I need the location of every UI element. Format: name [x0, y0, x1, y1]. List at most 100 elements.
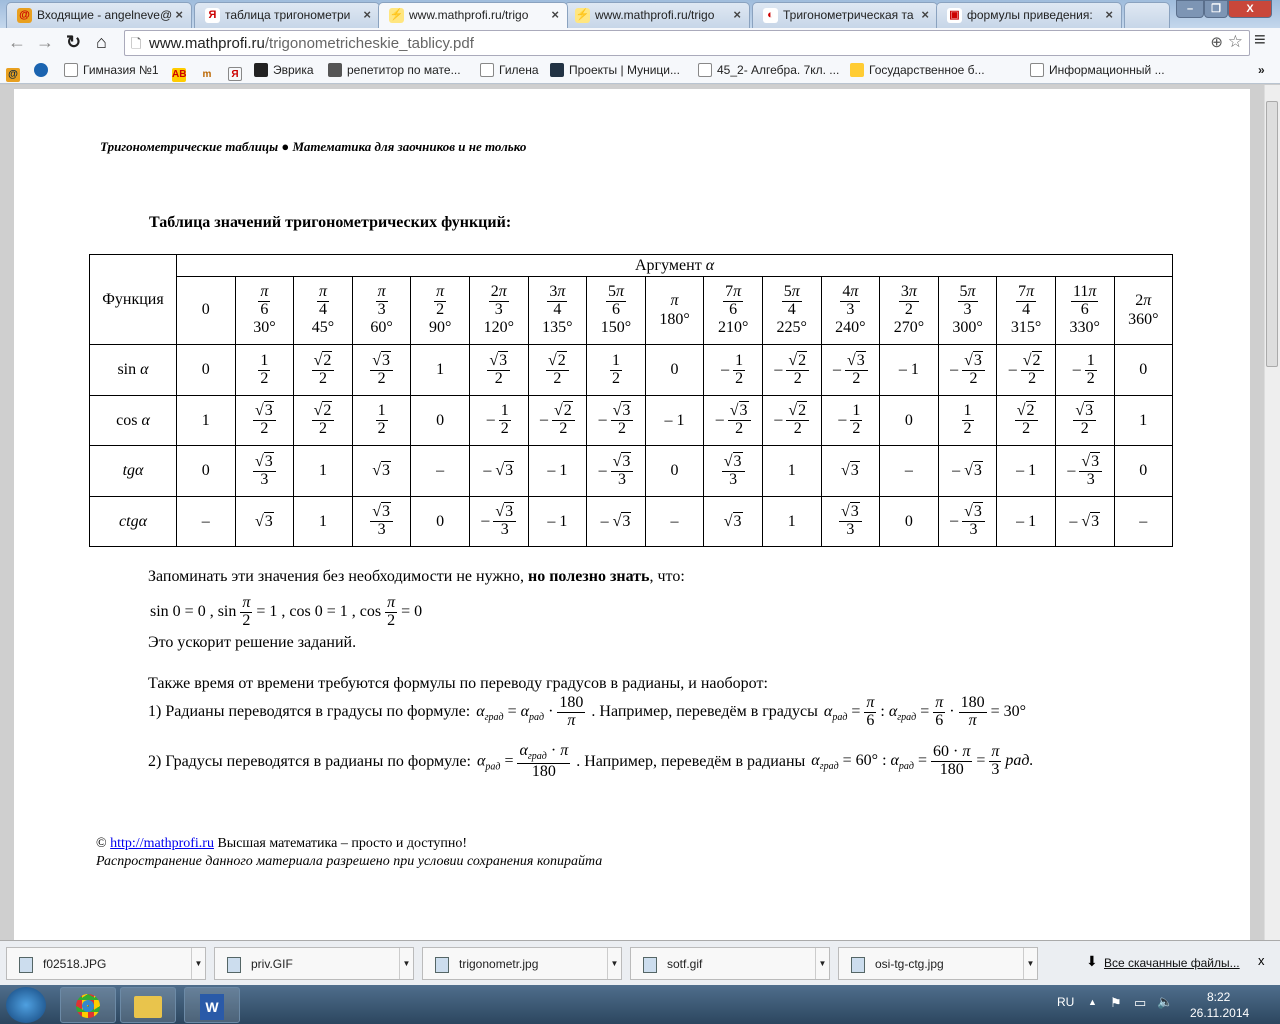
minimize-button[interactable]: – — [1176, 0, 1204, 18]
download-menu-arrow[interactable]: ▼ — [607, 948, 621, 979]
tab[interactable]: @ Входящие - angelneve@ × — [6, 2, 192, 28]
trig-table: Функция Аргумент α 0 π 6 30° π 4 45° π 3 60° π 2 90° 2π… — [89, 254, 1174, 547]
download-menu-arrow[interactable]: ▼ — [1023, 948, 1037, 979]
reload-button[interactable]: ↻ — [66, 32, 81, 53]
value-cell: – √3 — [586, 496, 646, 547]
volume-icon[interactable]: 🔈 — [1157, 994, 1173, 1010]
value-cell: – — [879, 445, 939, 497]
tray-expand-icon[interactable]: ▲ — [1088, 997, 1097, 1007]
back-button[interactable]: ← — [8, 32, 26, 53]
download-item[interactable]: osi-tg-ctg.jpg ▼ — [838, 947, 1038, 980]
close-tab-icon[interactable]: × — [175, 7, 183, 22]
sqrt: √3 — [495, 461, 515, 479]
close-tab-icon[interactable]: × — [551, 7, 559, 22]
forward-button[interactable]: → — [36, 32, 54, 53]
new-tab-button[interactable] — [1124, 2, 1170, 28]
yandex-icon: Я — [205, 8, 220, 23]
value-cell: – √2 2 — [996, 344, 1056, 396]
bookmark-m-icon[interactable]: m — [200, 63, 219, 82]
bookmark-mail-icon[interactable]: @ — [6, 63, 25, 82]
close-tab-icon[interactable]: × — [363, 7, 371, 22]
argument-cell: π 4 45° — [293, 276, 353, 345]
value-cell: 12 — [234, 344, 295, 396]
flag-icon[interactable]: ⚑ — [1110, 995, 1122, 1011]
argument-cell: 3π 2 270° — [879, 276, 939, 345]
taskbar-word[interactable]: W — [184, 987, 240, 1023]
fraction: 12 — [375, 402, 388, 437]
bookmark-item[interactable]: Гилена — [480, 63, 539, 77]
also-text: Также время от времени требуются формулы… — [148, 675, 768, 692]
value-cell: √3 2 — [351, 344, 412, 396]
value-cell: √3 3 — [351, 496, 412, 547]
sqrt: √2 — [1022, 350, 1042, 369]
tab[interactable]: ⚡ www.mathprofi.ru/trigo × — [378, 2, 568, 28]
download-item[interactable]: sotf.gif ▼ — [630, 947, 830, 980]
doc-title: Таблица значений тригонометрических функ… — [149, 214, 512, 231]
value-cell: – — [410, 445, 470, 497]
bookmark-item[interactable]: Государственное б... — [850, 63, 985, 77]
argument-cell: π 180° — [644, 276, 705, 345]
address-bar[interactable]: 🗋 www.mathprofi.ru/trigonometricheskie_t… — [124, 30, 1250, 56]
file-icon — [227, 957, 241, 973]
download-item[interactable]: f02518.JPG ▼ — [6, 947, 206, 980]
network-icon[interactable]: ▭ — [1134, 995, 1146, 1011]
fraction: √3 2 — [487, 350, 511, 388]
close-window-button[interactable]: X — [1228, 0, 1272, 18]
tab[interactable]: ◐ Тригонометрическая та × — [752, 2, 938, 28]
fraction: π2 — [434, 283, 447, 318]
zoom-icon[interactable]: ⊕ — [1210, 33, 1223, 51]
clock-date[interactable]: 26.11.2014 — [1190, 1006, 1249, 1020]
fraction: √3 3 — [721, 451, 745, 489]
bookmarks-more[interactable]: » — [1258, 63, 1265, 77]
download-item[interactable]: priv.GIF ▼ — [214, 947, 414, 980]
value-cell: 12 — [586, 344, 646, 396]
close-tab-icon[interactable]: × — [733, 7, 741, 22]
close-tab-icon[interactable]: × — [1105, 7, 1113, 22]
taskbar-chrome[interactable] — [60, 987, 116, 1023]
bookmark-item[interactable]: 45_2- Алгебра. 7кл. ... — [698, 63, 839, 77]
bookmark-item[interactable]: Эврика — [254, 63, 314, 77]
fraction: √3 3 — [838, 502, 862, 539]
download-menu-arrow[interactable]: ▼ — [815, 948, 829, 979]
mathprofi-link[interactable]: http://mathprofi.ru — [110, 836, 214, 851]
value-cell: – √2 2 — [761, 395, 822, 446]
bookmark-ab-icon[interactable]: АВ — [172, 63, 191, 82]
all-downloads-link[interactable]: Все скачанные файлы... — [1104, 956, 1240, 970]
bookmark-icon — [328, 63, 342, 77]
close-tab-icon[interactable]: × — [921, 7, 929, 22]
close-downloads-button[interactable]: x — [1258, 953, 1265, 968]
value-cell: √2 2 — [293, 395, 353, 446]
maximize-button[interactable]: ❐ — [1204, 0, 1228, 18]
home-button[interactable]: ⌂ — [96, 32, 107, 53]
start-button[interactable] — [6, 987, 46, 1023]
clock-time[interactable]: 8:22 — [1207, 990, 1230, 1004]
bookmark-yandex-icon[interactable]: Я — [228, 63, 247, 81]
fraction: 12 — [850, 402, 863, 437]
taskbar-explorer[interactable] — [120, 987, 176, 1023]
scrollbar-thumb[interactable] — [1266, 101, 1278, 367]
download-menu-arrow[interactable]: ▼ — [191, 948, 205, 979]
download-item[interactable]: trigonometr.jpg ▼ — [422, 947, 622, 980]
bookmark-star-icon[interactable]: ☆ — [1228, 32, 1243, 52]
fraction: √3 2 — [727, 401, 751, 438]
tab-title: www.mathprofi.ru/trigo — [409, 8, 529, 22]
bookmark-item[interactable]: Гимназия №1 — [64, 63, 159, 77]
download-menu-arrow[interactable]: ▼ — [399, 948, 413, 979]
tab[interactable]: Ятаблица тригонометри × — [194, 2, 380, 28]
value-cell: – √3 2 — [586, 395, 646, 446]
argument-header: Аргумент α — [175, 254, 1174, 277]
bookmark-item[interactable]: Проекты | Муници... — [550, 63, 680, 77]
bookmark-drupal-icon[interactable] — [34, 63, 53, 77]
bookmark-item[interactable]: Информационный ... — [1030, 63, 1165, 77]
tab[interactable]: ⚡ www.mathprofi.ru/trigo × — [564, 2, 750, 28]
mail-icon: @ — [17, 8, 32, 23]
argument-cell: 5π 6 150° — [586, 276, 646, 345]
degree-label: 225° — [776, 318, 807, 336]
bookmark-item[interactable]: репетитор по мате... — [328, 63, 461, 77]
tab-title: Входящие - angelneve@ — [37, 8, 173, 22]
language-indicator[interactable]: RU — [1057, 995, 1074, 1009]
menu-icon[interactable]: ≡ — [1254, 29, 1266, 52]
tab[interactable]: ▣ формулы приведения: × — [936, 2, 1122, 28]
value-cell: 12 — [937, 395, 998, 446]
sqrt: √3 — [372, 350, 391, 369]
